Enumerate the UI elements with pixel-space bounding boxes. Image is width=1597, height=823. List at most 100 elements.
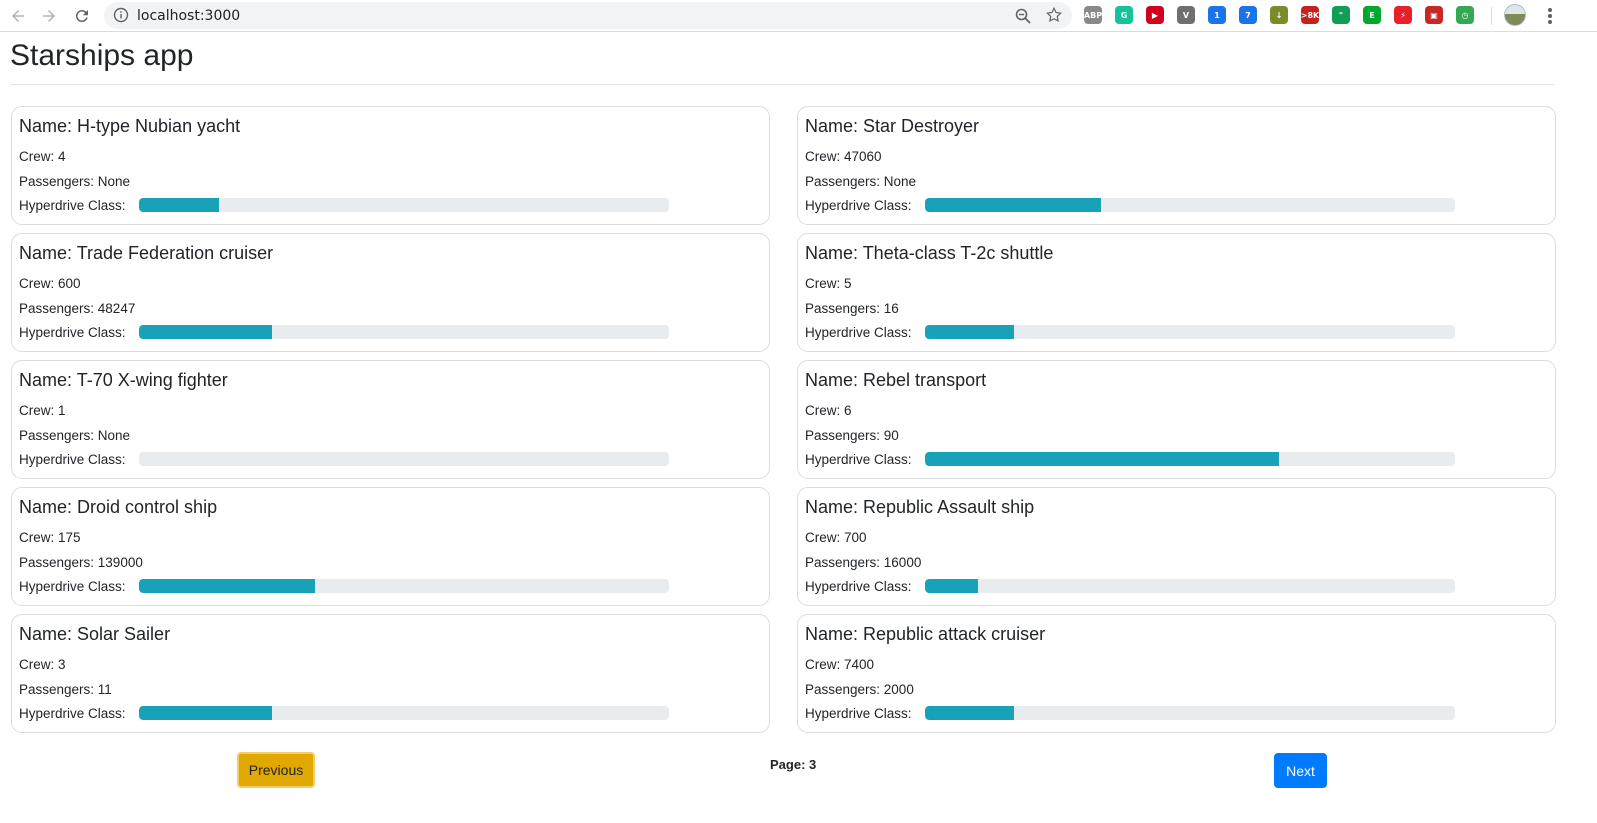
hyperdrive-label: Hyperdrive Class: <box>805 325 912 340</box>
hyperdrive-progress-fill <box>925 325 1014 339</box>
mail-checker-icon[interactable]: 7 <box>1239 6 1257 24</box>
hyperdrive-progress-bar <box>139 325 669 339</box>
starship-grid: Name: H-type Nubian yacht Crew: 4 Passen… <box>11 106 1556 733</box>
starship-crew: Crew: 600 <box>19 276 81 291</box>
starship-crew: Crew: 3 <box>19 657 66 672</box>
browser-toolbar: localhost:3000 ABP G ▶ V 1 7 ↓ >8K " E ⚡ ▣ ◷ <box>0 0 1597 32</box>
page-indicator: Page: 3 <box>770 757 817 772</box>
starship-card: Name: Solar Sailer Crew: 3 Passengers: 1… <box>11 614 770 733</box>
starship-card: Name: Trade Federation cruiser Crew: 600… <box>11 233 770 352</box>
hyperdrive-label: Hyperdrive Class: <box>805 452 912 467</box>
starship-crew: Crew: 7400 <box>805 657 875 672</box>
forward-arrow-icon <box>43 10 55 22</box>
hyperdrive-progress-bar <box>925 198 1455 212</box>
hyperdrive-progress-bar <box>139 579 669 593</box>
title-divider <box>10 84 1555 85</box>
info-icon[interactable] <box>113 7 129 23</box>
starship-crew: Crew: 700 <box>805 530 867 545</box>
starship-crew: Crew: 4 <box>19 149 66 164</box>
hyperdrive-progress-bar <box>139 198 669 212</box>
page-title: Starships app <box>10 39 194 72</box>
profile-avatar[interactable] <box>1504 4 1526 26</box>
hyperdrive-label: Hyperdrive Class: <box>19 198 126 213</box>
hyperdrive-label: Hyperdrive Class: <box>19 579 126 594</box>
hyperdrive-progress-fill <box>139 198 219 212</box>
browser-menu-icon[interactable] <box>1548 8 1552 24</box>
hyperdrive-progress-fill <box>925 706 1014 720</box>
starship-name: Name: Solar Sailer <box>19 624 171 644</box>
grammarly-icon[interactable]: G <box>1115 6 1133 24</box>
adblock-plus-icon[interactable]: ABP <box>1084 6 1102 24</box>
hyperdrive-label: Hyperdrive Class: <box>805 706 912 721</box>
hyperdrive-label: Hyperdrive Class: <box>805 579 912 594</box>
hyperdrive-progress-fill <box>925 579 978 593</box>
hangouts-icon[interactable]: " <box>1332 6 1350 24</box>
starship-crew: Crew: 47060 <box>805 149 882 164</box>
back-arrow-icon <box>12 10 24 22</box>
starship-card: Name: T-70 X-wing fighter Crew: 1 Passen… <box>11 360 770 479</box>
starship-passengers: Passengers: 11 <box>19 682 112 697</box>
starship-card: Name: Republic Assault ship Crew: 700 Pa… <box>797 487 1556 606</box>
starship-card: Name: H-type Nubian yacht Crew: 4 Passen… <box>11 106 770 225</box>
starship-passengers: Passengers: 48247 <box>19 301 136 316</box>
starship-name: Name: Droid control ship <box>19 497 218 517</box>
hyperdrive-progress-bar <box>139 452 669 466</box>
starship-name: Name: Rebel transport <box>805 370 987 390</box>
evernote-icon[interactable]: E <box>1363 6 1381 24</box>
gmail-notifier-icon[interactable]: >8K <box>1301 6 1319 24</box>
starship-passengers: Passengers: None <box>19 428 131 443</box>
starship-passengers: Passengers: None <box>19 174 131 189</box>
starship-name: Name: T-70 X-wing fighter <box>19 370 228 390</box>
starship-card: Name: Droid control ship Crew: 175 Passe… <box>11 487 770 606</box>
hyperdrive-progress-fill <box>925 452 1279 466</box>
hyperdrive-label: Hyperdrive Class: <box>19 452 126 467</box>
starship-crew: Crew: 1 <box>19 403 66 418</box>
forward-button[interactable] <box>37 4 61 28</box>
starship-name: Name: Star Destroyer <box>805 116 980 136</box>
zoom-out-icon[interactable] <box>1014 7 1032 25</box>
previous-button[interactable]: Previous <box>237 752 315 788</box>
starship-crew: Crew: 5 <box>805 276 852 291</box>
starship-name: Name: H-type Nubian yacht <box>19 116 241 136</box>
starship-name: Name: Republic Assault ship <box>805 497 1035 517</box>
starship-name: Name: Trade Federation cruiser <box>19 243 274 263</box>
next-button[interactable]: Next <box>1274 753 1327 788</box>
back-button[interactable] <box>6 4 30 28</box>
toolbar-divider <box>1491 7 1492 25</box>
starship-crew: Crew: 6 <box>805 403 852 418</box>
calendar-icon[interactable]: 1 <box>1208 6 1226 24</box>
starship-name: Name: Theta-class T-2c shuttle <box>805 243 1054 263</box>
compass-icon[interactable]: ⚡ <box>1394 6 1412 24</box>
starship-card: Name: Republic attack cruiser Crew: 7400… <box>797 614 1556 733</box>
hyperdrive-progress-bar <box>925 706 1455 720</box>
hyperdrive-progress-bar <box>925 579 1455 593</box>
starship-passengers: Passengers: 139000 <box>19 555 143 570</box>
photo-icon[interactable]: ▣ <box>1425 6 1443 24</box>
video-downloader-icon[interactable]: ▶ <box>1146 6 1164 24</box>
starship-card: Name: Star Destroyer Crew: 47060 Passeng… <box>797 106 1556 225</box>
hyperdrive-progress-bar <box>925 452 1455 466</box>
timer-icon[interactable]: ◷ <box>1456 6 1474 24</box>
starship-name: Name: Republic attack cruiser <box>805 624 1046 644</box>
hyperdrive-progress-fill <box>139 325 272 339</box>
url-text[interactable]: localhost:3000 <box>137 8 240 24</box>
hyperdrive-progress-fill <box>139 579 316 593</box>
hyperdrive-progress-fill <box>925 198 1102 212</box>
starship-passengers: Passengers: 2000 <box>805 682 914 697</box>
reload-icon <box>75 10 88 23</box>
hyperdrive-label: Hyperdrive Class: <box>19 706 126 721</box>
reload-button[interactable] <box>70 4 94 28</box>
starship-passengers: Passengers: 16 <box>805 301 899 316</box>
hyperdrive-label: Hyperdrive Class: <box>805 198 912 213</box>
hyperdrive-progress-fill <box>139 706 272 720</box>
bookmark-star-icon[interactable] <box>1045 6 1063 24</box>
address-bar[interactable]: localhost:3000 <box>104 2 1072 29</box>
vimium-icon[interactable]: V <box>1177 6 1195 24</box>
starship-card: Name: Theta-class T-2c shuttle Crew: 5 P… <box>797 233 1556 352</box>
starship-passengers: Passengers: 90 <box>805 428 899 443</box>
starship-passengers: Passengers: 16000 <box>805 555 922 570</box>
starship-card: Name: Rebel transport Crew: 6 Passengers… <box>797 360 1556 479</box>
starship-passengers: Passengers: None <box>805 174 917 189</box>
download-icon[interactable]: ↓ <box>1270 6 1288 24</box>
hyperdrive-progress-bar <box>925 325 1455 339</box>
